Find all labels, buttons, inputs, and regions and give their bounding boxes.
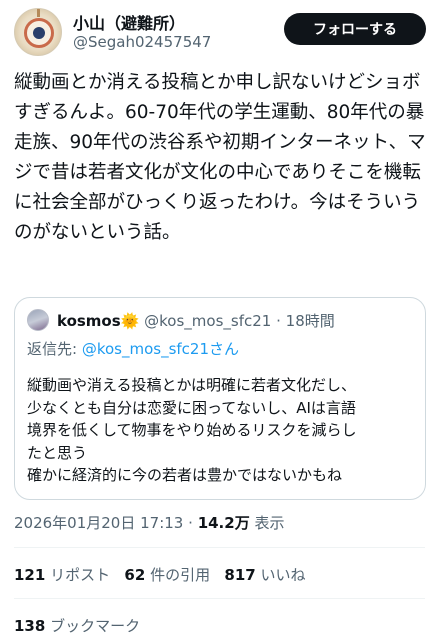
quoted-time: 18時間 <box>285 312 335 330</box>
tweet-header: 小山（避難所） @Segah02457547 フォローする <box>0 0 439 62</box>
reply-prefix: 返信先: <box>27 340 82 358</box>
quoted-text-line: 縦動画や消える投稿とかは明確に若者文化だし、 <box>27 376 356 394</box>
author-avatar[interactable] <box>14 8 62 56</box>
likes-count: 817 <box>224 566 256 584</box>
avatar-decoration <box>37 9 40 17</box>
tweet-meta: 2026年01月20日 17:13 · 14.2万 表示 <box>14 512 285 533</box>
quoted-text-line: たと思う <box>27 443 88 462</box>
quoted-tweet[interactable]: kosmos🌞 @kos_mos_sfc21 · 18時間 返信先: @kos_… <box>14 297 426 500</box>
views-label: 表示 <box>254 514 285 532</box>
views-count: 14.2万 <box>197 514 250 532</box>
bookmarks-stat[interactable]: 138 ブックマーク <box>14 615 140 636</box>
quoted-reply-context: 返信先: @kos_mos_sfc21さん <box>27 338 239 359</box>
tweet-text: 縦動画とか消える投稿とか申し訳ないけどショボすぎるんよ。60-70年代の学生運動… <box>14 72 426 243</box>
dot-separator: · <box>276 312 281 330</box>
engagement-stats: 121 リポスト 62 件の引用 817 いいね <box>14 564 306 585</box>
quoted-author-avatar <box>27 309 49 331</box>
quoted-text-line: 少なくとも自分は恋愛に困ってないし、AIは言語 <box>27 398 356 417</box>
quoted-text-line: 境界を低くして物事をやり始めるリスクを減らし <box>27 421 357 439</box>
author-handle[interactable]: @Segah02457547 <box>73 33 211 51</box>
quotes-stat[interactable]: 62 件の引用 <box>124 566 210 584</box>
likes-label: いいね <box>260 566 306 584</box>
meta-separator: · <box>188 514 193 532</box>
reply-to-link[interactable]: @kos_mos_sfc21さん <box>82 340 239 358</box>
follow-button[interactable]: フォローする <box>284 13 426 45</box>
quoted-text: 縦動画や消える投稿とかは明確に若者文化だし、 少なくとも自分は恋愛に困ってないし… <box>27 374 419 487</box>
reposts-label: リポスト <box>50 566 111 584</box>
likes-stat[interactable]: 817 いいね <box>224 566 305 584</box>
quoted-author-line: kosmos🌞 @kos_mos_sfc21 · 18時間 <box>57 310 335 331</box>
author-display-name[interactable]: 小山（避難所） <box>73 10 185 34</box>
quoted-author-handle: @kos_mos_sfc21 <box>144 312 272 330</box>
divider <box>14 598 425 599</box>
quotes-count: 62 <box>124 566 146 584</box>
reposts-stat[interactable]: 121 リポスト <box>14 566 110 584</box>
tweet-timestamp[interactable]: 2026年01月20日 17:13 <box>14 514 183 532</box>
reposts-count: 121 <box>14 566 46 584</box>
sun-icon: 🌞 <box>120 312 140 330</box>
quoted-author-name: kosmos <box>57 312 121 330</box>
bookmarks-count: 138 <box>14 617 46 635</box>
bookmarks-label: ブックマーク <box>50 617 141 635</box>
quoted-text-line: 確かに経済的に今の若者は豊かではないかもね <box>27 466 343 484</box>
divider <box>14 547 425 548</box>
avatar-eye-pupil <box>33 27 45 39</box>
quotes-label: 件の引用 <box>150 566 211 584</box>
